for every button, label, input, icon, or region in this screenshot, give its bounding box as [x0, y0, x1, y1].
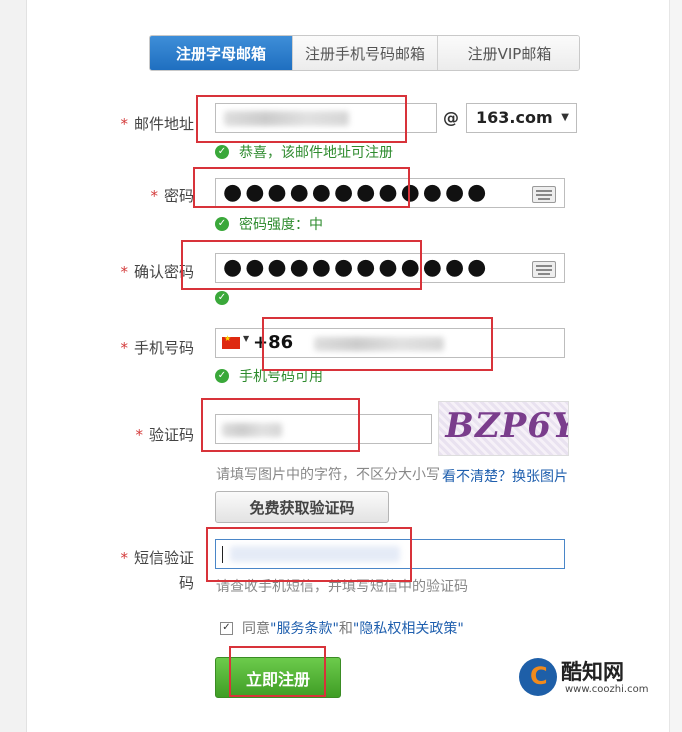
required-mark: * [120, 549, 128, 567]
check-icon: ✓ [215, 217, 229, 231]
phone-label-text: 手机号码 [133, 339, 194, 357]
annotation-box-phone [262, 317, 493, 371]
captcha-image-text: BZP6Y [441, 406, 569, 446]
captcha-refresh-link[interactable]: 看不清楚？换张图片 [442, 466, 568, 486]
check-icon: ✓ [215, 145, 229, 159]
tab-phone-email[interactable]: 注册手机号码邮箱 [293, 36, 438, 70]
check-icon: ✓ [215, 291, 229, 305]
password-hint: ✓ 密码强度：中 [215, 214, 323, 234]
keyboard-icon[interactable] [532, 186, 556, 203]
captcha-image[interactable]: BZP6Y [438, 401, 569, 456]
tab-letter-email[interactable]: 注册字母邮箱 [150, 36, 293, 70]
email-domain-value: 163.com [476, 108, 553, 127]
email-label-text: 邮件地址 [133, 115, 194, 133]
email-hint-text: 恭喜，该邮件地址可注册 [239, 145, 393, 161]
annotation-box-confirm-password [181, 240, 422, 290]
privacy-link[interactable]: "隐私权相关政策" [353, 621, 464, 637]
watermark-name: 酷知网 [561, 660, 624, 684]
coozhi-logo-icon [519, 658, 557, 696]
captcha-hint: 请填写图片中的字符，不区分大小写 [216, 464, 440, 484]
email-domain-select[interactable]: 163.com ▼ [466, 103, 577, 133]
email-hint: ✓ 恭喜，该邮件地址可注册 [215, 142, 393, 162]
annotation-box-sms [206, 527, 412, 582]
tab-vip-email[interactable]: 注册VIP邮箱 [438, 36, 579, 70]
required-mark: * [120, 339, 128, 357]
registration-tabs: 注册字母邮箱 注册手机号码邮箱 注册VIP邮箱 [149, 35, 580, 71]
captcha-label: * 验证码 [100, 424, 194, 445]
page-right-margin [669, 0, 682, 732]
keyboard-icon[interactable] [532, 261, 556, 278]
sms-code-label: * 短信验证 码 [100, 546, 194, 596]
annotation-box-password [193, 167, 410, 208]
china-flag-icon[interactable] [222, 334, 240, 349]
phone-label: * 手机号码 [100, 337, 194, 358]
password-label: * 密码 [100, 185, 194, 206]
page-left-margin [0, 0, 27, 732]
agree-checkbox[interactable]: ✓ [220, 622, 233, 635]
sms-code-label-line2: 码 [178, 574, 194, 592]
agreement-text: 同意"服务条款"和"隐私权相关政策" [242, 618, 464, 638]
captcha-hint-text: 请填写图片中的字符，不区分大小写 [216, 467, 440, 483]
sms-code-label-line1: 短信验证 [133, 549, 194, 567]
captcha-label-text: 验证码 [148, 426, 194, 444]
watermark-url: www.coozhi.com [565, 684, 649, 695]
required-mark: * [120, 263, 128, 281]
check-icon: ✓ [215, 369, 229, 383]
terms-link[interactable]: "服务条款" [270, 621, 339, 637]
get-sms-code-button[interactable]: 免费获取验证码 [215, 491, 389, 523]
required-mark: * [150, 187, 158, 205]
required-mark: * [120, 115, 128, 133]
confirm-password-hint: ✓ [215, 291, 239, 305]
annotation-box-captcha [201, 398, 360, 452]
required-mark: * [135, 426, 143, 444]
confirm-password-label: * 确认密码 [100, 261, 194, 282]
at-sign: @ [443, 108, 459, 127]
password-hint-text: 密码强度：中 [239, 217, 323, 233]
annotation-box-submit [229, 646, 326, 697]
annotation-box-email [196, 95, 407, 143]
agreement-prefix: 同意 [242, 621, 270, 637]
dropdown-arrow-icon[interactable]: ▼ [243, 334, 249, 343]
password-label-text: 密码 [163, 187, 194, 205]
email-label: * 邮件地址 [100, 113, 194, 134]
agreement-and: 和 [338, 621, 353, 637]
dropdown-arrow-icon: ▼ [561, 112, 569, 123]
